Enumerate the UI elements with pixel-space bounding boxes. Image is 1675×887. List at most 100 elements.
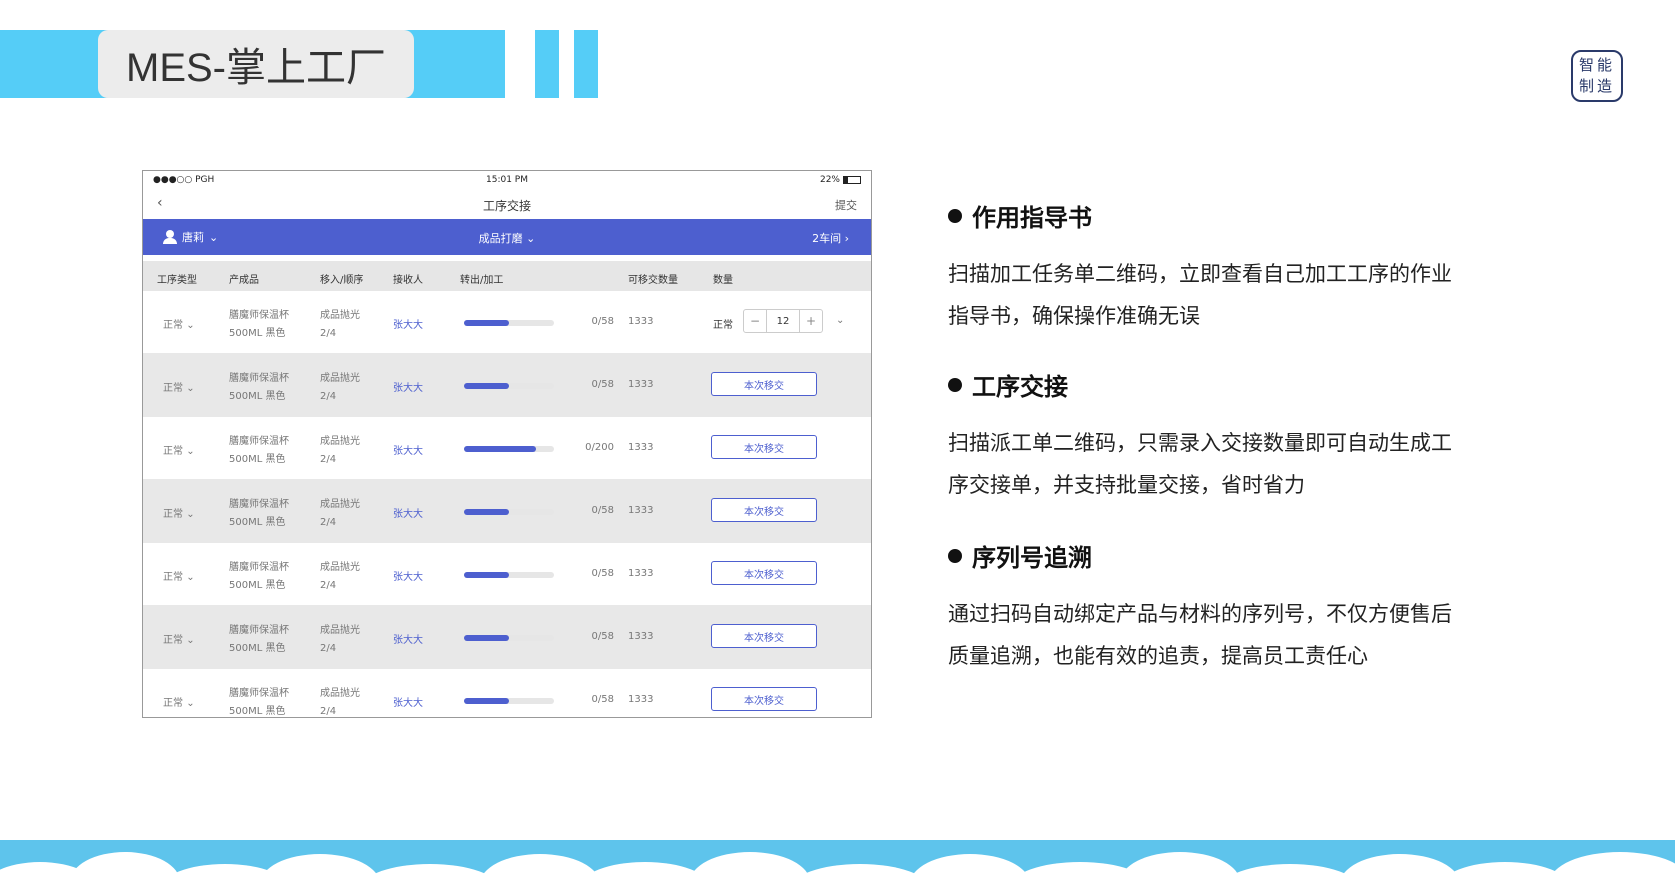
available-qty: 1333 bbox=[628, 694, 654, 705]
transfer-button[interactable]: 本次移交 bbox=[711, 561, 817, 585]
available-qty: 1333 bbox=[628, 568, 654, 579]
column-header: 产成品 bbox=[229, 275, 259, 286]
receiver-name[interactable]: 张大大 bbox=[393, 442, 423, 457]
transfer-ratio: 0/58 bbox=[591, 505, 614, 516]
step-cell: 成品抛光 2/4 bbox=[320, 307, 360, 343]
transfer-button[interactable]: 本次移交 bbox=[711, 372, 817, 396]
product-cell: 膳魔师保温杯 500ML 黑色 bbox=[229, 370, 289, 406]
progress-bar bbox=[464, 635, 554, 641]
process-selector[interactable]: 成品打磨 ⌄ bbox=[143, 230, 871, 246]
type-selector[interactable]: 正常 ⌄ bbox=[163, 505, 195, 520]
feature-title: 序列号追溯 bbox=[972, 544, 1092, 572]
product-cell: 膳魔师保温杯 500ML 黑色 bbox=[229, 496, 289, 532]
status-bar: ●●●○○ PGH 15:01 PM 22% bbox=[143, 171, 871, 189]
battery-icon bbox=[843, 176, 861, 184]
available-qty: 1333 bbox=[628, 631, 654, 642]
seal-line: 制造 bbox=[1578, 77, 1615, 95]
column-header: 移入/顺序 bbox=[320, 275, 364, 286]
bullet-icon bbox=[948, 377, 962, 392]
step-cell: 成品抛光 2/4 bbox=[320, 622, 360, 658]
progress-fill bbox=[464, 509, 509, 515]
process-name: 成品打磨 bbox=[478, 232, 523, 245]
transfer-button[interactable]: 本次移交 bbox=[711, 624, 817, 648]
column-header: 转出/加工 bbox=[460, 275, 504, 286]
type-selector[interactable]: 正常 ⌄ bbox=[163, 694, 195, 709]
step-cell: 成品抛光 2/4 bbox=[320, 559, 360, 595]
workshop-name: 2车间 bbox=[812, 232, 842, 245]
table-row: 正常 ⌄ 膳魔师保温杯 500ML 黑色 成品抛光 2/4 张大大 0/58 1333 本次移交 bbox=[143, 480, 871, 543]
feature-description: 通过扫码自动绑定产品与材料的序列号，不仅方便售后 质量追溯，也能有效的追责，提高… bbox=[948, 593, 1518, 677]
step-name: 成品抛光 bbox=[320, 499, 360, 510]
step-name: 成品抛光 bbox=[320, 688, 360, 699]
submit-button[interactable]: 提交 bbox=[835, 197, 857, 213]
product-name: 膳魔师保温杯 bbox=[229, 373, 289, 384]
step-order: 2/4 bbox=[320, 643, 337, 654]
quantity-stepper: −12 + bbox=[743, 309, 823, 333]
receiver-name[interactable]: 张大大 bbox=[393, 694, 423, 709]
step-cell: 成品抛光 2/4 bbox=[320, 370, 360, 406]
transfer-ratio: 0/58 bbox=[591, 694, 614, 705]
progress-fill bbox=[464, 320, 509, 326]
transfer-button[interactable]: 本次移交 bbox=[711, 498, 817, 522]
transfer-button[interactable]: 本次移交 bbox=[711, 687, 817, 711]
table-row: 正常 ⌄ 膳魔师保温杯 500ML 黑色 成品抛光 2/4 张大大 0/58 1333 正常 −1… bbox=[143, 291, 871, 354]
receiver-name[interactable]: 张大大 bbox=[393, 505, 423, 520]
bullet-icon bbox=[948, 208, 962, 223]
progress-bar bbox=[464, 383, 554, 389]
progress-bar bbox=[464, 572, 554, 578]
step-order: 2/4 bbox=[320, 391, 337, 402]
available-qty: 1333 bbox=[628, 505, 654, 516]
increment-button[interactable]: + bbox=[800, 310, 822, 332]
nav-bar: ‹ 工序交接 提交 bbox=[143, 189, 871, 219]
step-order: 2/4 bbox=[320, 517, 337, 528]
receiver-name[interactable]: 张大大 bbox=[393, 568, 423, 583]
receiver-name[interactable]: 张大大 bbox=[393, 316, 423, 331]
feature-desc-line: 通过扫码自动绑定产品与材料的序列号，不仅方便售后 bbox=[948, 602, 1452, 626]
quantity-value[interactable]: 12 bbox=[766, 310, 800, 332]
banner-divider bbox=[507, 30, 533, 98]
receiver-name[interactable]: 张大大 bbox=[393, 631, 423, 646]
available-qty: 1333 bbox=[628, 442, 654, 453]
product-cell: 膳魔师保温杯 500ML 黑色 bbox=[229, 559, 289, 595]
column-header: 接收人 bbox=[393, 275, 423, 286]
type-selector[interactable]: 正常 ⌄ bbox=[163, 631, 195, 646]
progress-bar bbox=[464, 446, 554, 452]
available-qty: 1333 bbox=[628, 316, 654, 327]
product-cell: 膳魔师保温杯 500ML 黑色 bbox=[229, 433, 289, 469]
chevron-down-icon[interactable]: ⌄ bbox=[836, 315, 844, 326]
column-header: 工序类型 bbox=[157, 275, 197, 286]
decrement-button[interactable]: − bbox=[744, 310, 766, 332]
table-row: 正常 ⌄ 膳魔师保温杯 500ML 黑色 成品抛光 2/4 张大大 0/58 1333 本次移交 bbox=[143, 543, 871, 606]
type-label: 正常 bbox=[163, 509, 183, 520]
type-selector[interactable]: 正常 ⌄ bbox=[163, 568, 195, 583]
product-name: 膳魔师保温杯 bbox=[229, 625, 289, 636]
progress-fill bbox=[464, 698, 509, 704]
type-selector[interactable]: 正常 ⌄ bbox=[163, 442, 195, 457]
table-body: 正常 ⌄ 膳魔师保温杯 500ML 黑色 成品抛光 2/4 张大大 0/58 1333 正常 −1… bbox=[143, 291, 871, 717]
type-selector[interactable]: 正常 ⌄ bbox=[163, 316, 195, 331]
receiver-name[interactable]: 张大大 bbox=[393, 379, 423, 394]
table-row: 正常 ⌄ 膳魔师保温杯 500ML 黑色 成品抛光 2/4 张大大 0/58 1333 本次移交 bbox=[143, 669, 871, 717]
available-qty: 1333 bbox=[628, 379, 654, 390]
phone-screenshot: ●●●○○ PGH 15:01 PM 22% ‹ 工序交接 提交 唐莉 ⌄ 成品… bbox=[142, 170, 872, 718]
product-spec: 500ML 黑色 bbox=[229, 643, 286, 654]
workshop-selector[interactable]: 2车间 › bbox=[812, 230, 849, 246]
feature-desc-line: 指导书，确保操作准确无误 bbox=[948, 304, 1200, 328]
table-row: 正常 ⌄ 膳魔师保温杯 500ML 黑色 成品抛光 2/4 张大大 0/200 1333 本次移… bbox=[143, 417, 871, 480]
transfer-ratio: 0/58 bbox=[591, 379, 614, 390]
progress-bar bbox=[464, 509, 554, 515]
progress-fill bbox=[464, 446, 536, 452]
product-name: 膳魔师保温杯 bbox=[229, 310, 289, 321]
table-row: 正常 ⌄ 膳魔师保温杯 500ML 黑色 成品抛光 2/4 张大大 0/58 1333 本次移交 bbox=[143, 354, 871, 417]
feature-description: 扫描加工任务单二维码，立即查看自己加工工序的作业 指导书，确保操作准确无误 bbox=[948, 253, 1518, 337]
product-spec: 500ML 黑色 bbox=[229, 454, 286, 465]
transfer-button[interactable]: 本次移交 bbox=[711, 435, 817, 459]
battery-status: 22% bbox=[820, 175, 861, 185]
qty-status: 正常 bbox=[713, 320, 733, 331]
product-name: 膳魔师保温杯 bbox=[229, 436, 289, 447]
type-selector[interactable]: 正常 ⌄ bbox=[163, 379, 195, 394]
transfer-ratio: 0/58 bbox=[591, 568, 614, 579]
transfer-ratio: 0/58 bbox=[591, 631, 614, 642]
chevron-right-icon: › bbox=[844, 232, 849, 245]
product-spec: 500ML 黑色 bbox=[229, 391, 286, 402]
